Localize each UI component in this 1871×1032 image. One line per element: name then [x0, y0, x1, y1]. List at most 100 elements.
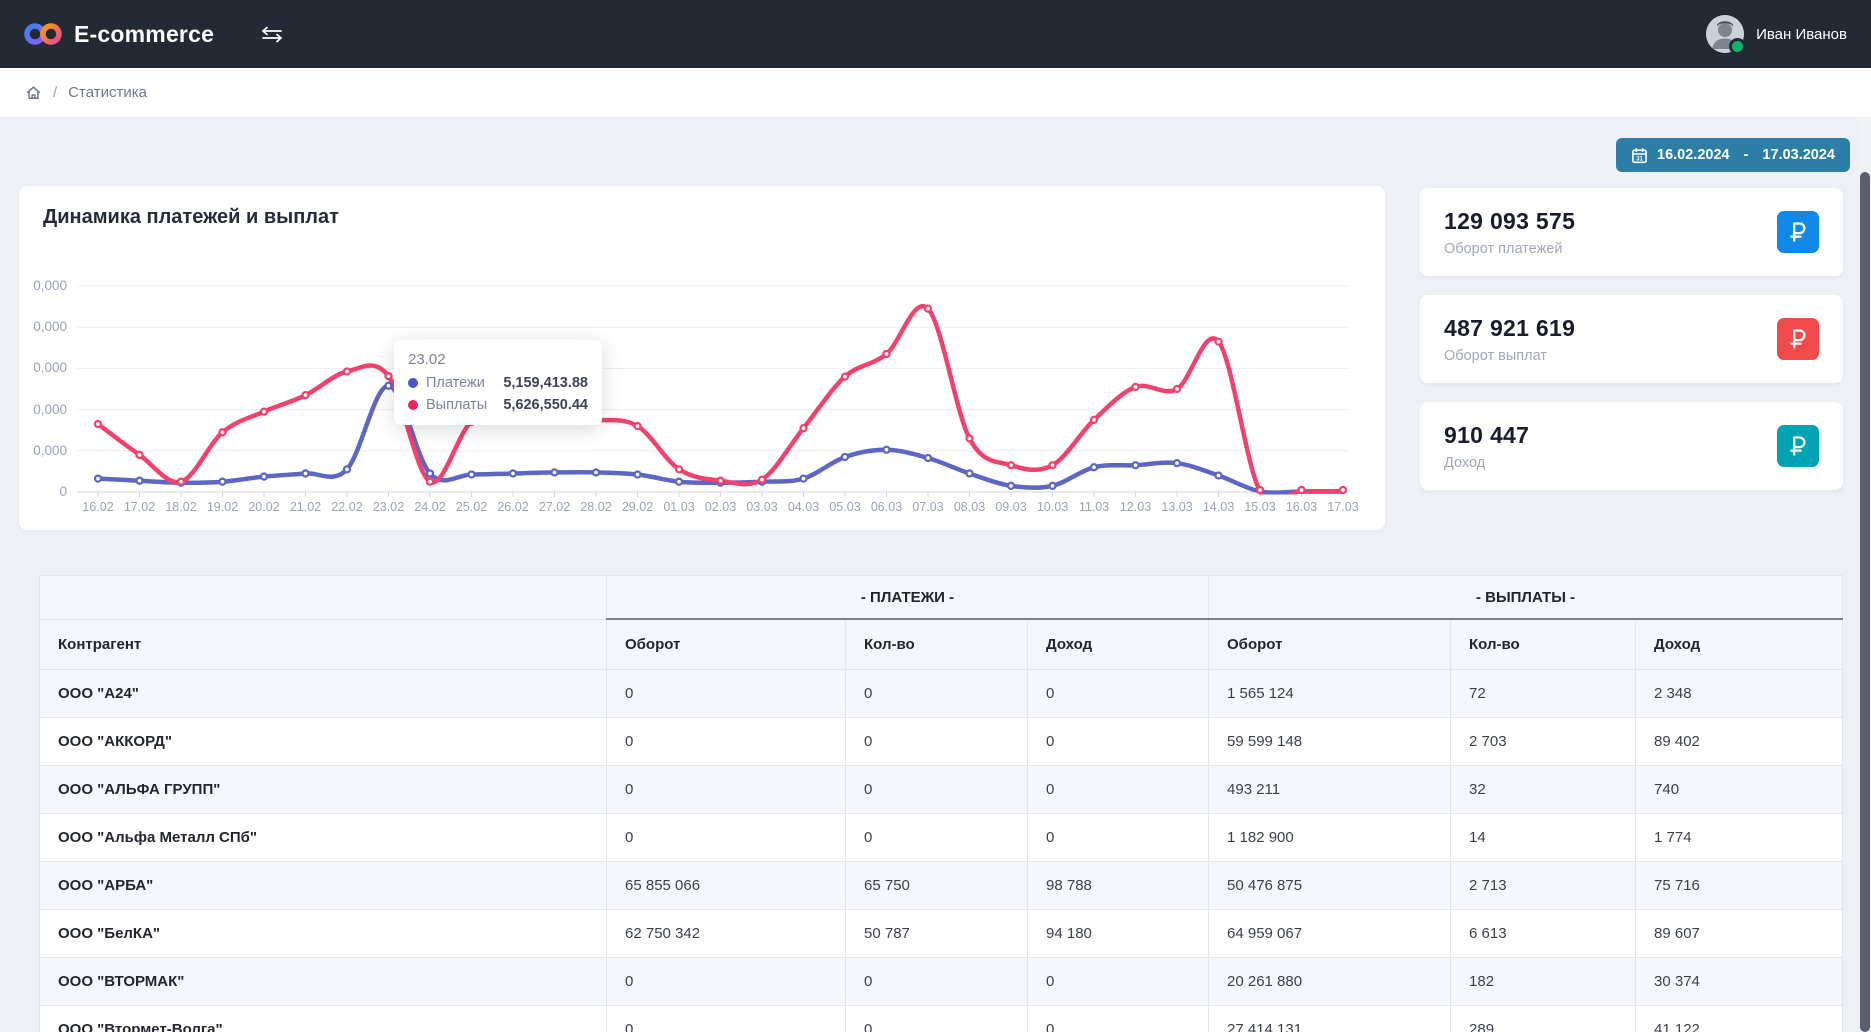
table-cell: 98 788: [1028, 862, 1209, 910]
scrollbar-track[interactable]: [1859, 117, 1871, 1032]
y-axis-label: 0,000: [19, 360, 67, 375]
stat-text: 487 921 619 Оборот выплат: [1444, 315, 1575, 364]
avatar: [1706, 15, 1744, 53]
table-row: ООО "Альфа Металл СПб"0001 182 900141 77…: [40, 814, 1843, 862]
column-header: Доход: [1028, 619, 1209, 670]
table-cell: 0: [1028, 1006, 1209, 1032]
tooltip-series-value: 5,626,550.44: [503, 397, 588, 413]
table-cell: 30 374: [1636, 958, 1843, 1006]
stat-value: 487 921 619: [1444, 315, 1575, 342]
counterparty-name: ООО "ВТОРМАК": [40, 958, 607, 1006]
ruble-icon: [1777, 211, 1819, 253]
series-dot-icon: [408, 378, 418, 388]
counterparty-name: ООО "АРБА": [40, 862, 607, 910]
x-axis-label: 16.03: [1280, 500, 1324, 514]
stat-label: Оборот платежей: [1444, 241, 1575, 257]
x-axis-label: 17.03: [1321, 500, 1365, 514]
table-cell: 6 613: [1451, 910, 1636, 958]
counterparty-name: ООО "Альфа Металл СПб": [40, 814, 607, 862]
tooltip-date: 23.02: [408, 351, 588, 368]
stat-text: 129 093 575 Оборот платежей: [1444, 208, 1575, 257]
counterparty-name: ООО "Втормет-Волга": [40, 1006, 607, 1032]
table-cell: 2 703: [1451, 718, 1636, 766]
breadcrumb-current[interactable]: Статистика: [68, 84, 147, 101]
x-axis-label: 16.02: [76, 500, 120, 514]
top-navbar: E-commerce Иван Иванов: [0, 0, 1871, 68]
date-range-start: 16.02.2024: [1657, 147, 1730, 163]
x-axis-label: 03.03: [740, 500, 784, 514]
y-axis-label: 0: [19, 484, 67, 499]
x-axis-label: 14.03: [1197, 500, 1241, 514]
stat-card: 129 093 575 Оборот платежей: [1420, 188, 1843, 276]
y-axis-label: 0,000: [19, 278, 67, 293]
table-cell: 0: [607, 670, 846, 718]
x-axis-label: 23.02: [367, 500, 411, 514]
tooltip-row: Выплаты 5,626,550.44: [408, 397, 588, 413]
x-axis-label: 22.02: [325, 500, 369, 514]
table-cell: 2 348: [1636, 670, 1843, 718]
counterparties-table-wrap: - ПЛАТЕЖИ - - ВЫПЛАТЫ - КонтрагентОборот…: [39, 575, 1843, 1032]
table-cell: 0: [607, 814, 846, 862]
x-axis-label: 07.03: [906, 500, 950, 514]
table-row: ООО "АРБА"65 855 06665 75098 78850 476 8…: [40, 862, 1843, 910]
table-cell: 14: [1451, 814, 1636, 862]
x-axis-label: 26.02: [491, 500, 535, 514]
infinity-logo-icon: [24, 21, 62, 47]
stat-value: 910 447: [1444, 422, 1529, 449]
column-header: Доход: [1636, 619, 1843, 670]
x-axis-label: 27.02: [533, 500, 577, 514]
x-axis-label: 04.03: [782, 500, 826, 514]
table-cell: 0: [607, 958, 846, 1006]
scrollbar-thumb[interactable]: [1860, 172, 1870, 1032]
x-axis-label: 21.02: [284, 500, 328, 514]
x-axis-label: 17.02: [118, 500, 162, 514]
x-axis-label: 10.03: [1031, 500, 1075, 514]
x-axis-label: 28.02: [574, 500, 618, 514]
y-axis-label: 0,000: [19, 402, 67, 417]
table-row: ООО "АЛЬФА ГРУПП"000493 21132740: [40, 766, 1843, 814]
table-cell: 0: [607, 766, 846, 814]
table-cell: 0: [607, 718, 846, 766]
table-cell: 0: [846, 718, 1028, 766]
table-column-header-row: КонтрагентОборотКол-воДоходОборотКол-воД…: [40, 619, 1843, 670]
ruble-icon: [1777, 425, 1819, 467]
table-cell: 41 122: [1636, 1006, 1843, 1032]
table-cell: 1 182 900: [1209, 814, 1451, 862]
user-menu[interactable]: Иван Иванов: [1706, 15, 1847, 53]
x-axis-label: 09.03: [989, 500, 1033, 514]
table-cell: 0: [846, 670, 1028, 718]
stat-value: 129 093 575: [1444, 208, 1575, 235]
table-cell: 2 713: [1451, 862, 1636, 910]
table-cell: 182: [1451, 958, 1636, 1006]
table-cell: 75 716: [1636, 862, 1843, 910]
tooltip-row: Платежи 5,159,413.88: [408, 375, 588, 391]
x-axis-label: 01.03: [657, 500, 701, 514]
x-axis-label: 11.03: [1072, 500, 1116, 514]
table-row: ООО "АККОРД"00059 599 1482 70389 402: [40, 718, 1843, 766]
table-cell: 32: [1451, 766, 1636, 814]
table-cell: 50 787: [846, 910, 1028, 958]
app-title: E-commerce: [74, 21, 214, 48]
x-axis-label: 25.02: [450, 500, 494, 514]
counterparties-table: - ПЛАТЕЖИ - - ВЫПЛАТЫ - КонтрагентОборот…: [39, 575, 1843, 1032]
x-axis-label: 05.03: [823, 500, 867, 514]
swap-arrows-icon[interactable]: [260, 26, 284, 43]
table-cell: 1 565 124: [1209, 670, 1451, 718]
table-cell: 0: [1028, 718, 1209, 766]
tooltip-series-label: Платежи: [426, 375, 485, 391]
breadcrumb-separator: /: [53, 84, 57, 101]
counterparty-name: ООО "БелКА": [40, 910, 607, 958]
y-axis-label: 0,000: [19, 443, 67, 458]
stat-label: Оборот выплат: [1444, 348, 1575, 364]
table-cell: 59 599 148: [1209, 718, 1451, 766]
home-icon[interactable]: [25, 84, 42, 101]
table-cell: 62 750 342: [607, 910, 846, 958]
tooltip-series-label: Выплаты: [426, 397, 487, 413]
table-cell: 65 750: [846, 862, 1028, 910]
tooltip-series-value: 5,159,413.88: [503, 375, 588, 391]
date-range-button[interactable]: 31 16.02.2024 - 17.03.2024: [1616, 138, 1850, 172]
stat-card: 487 921 619 Оборот выплат: [1420, 295, 1843, 383]
table-cell: 64 959 067: [1209, 910, 1451, 958]
line-chart-svg: [19, 186, 1385, 530]
table-cell: 89 607: [1636, 910, 1843, 958]
